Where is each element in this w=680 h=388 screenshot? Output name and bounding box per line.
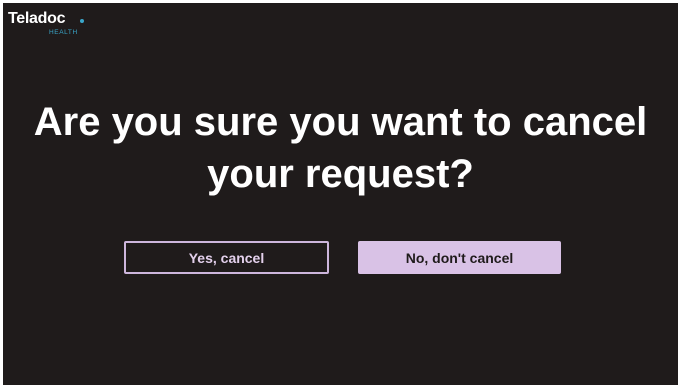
cancel-request-screen: Teladoc HEALTH Are you sure you want to …: [3, 3, 678, 385]
yes-cancel-button[interactable]: Yes, cancel: [124, 241, 329, 274]
confirmation-question: Are you sure you want to cancel your req…: [33, 100, 648, 196]
no-dont-cancel-button[interactable]: No, don't cancel: [358, 241, 561, 274]
logo-accent-dot: [80, 19, 84, 23]
logo-subtitle: HEALTH: [49, 29, 78, 36]
logo-wordmark: Teladoc: [8, 10, 66, 27]
teladoc-health-logo: Teladoc HEALTH: [8, 10, 88, 40]
